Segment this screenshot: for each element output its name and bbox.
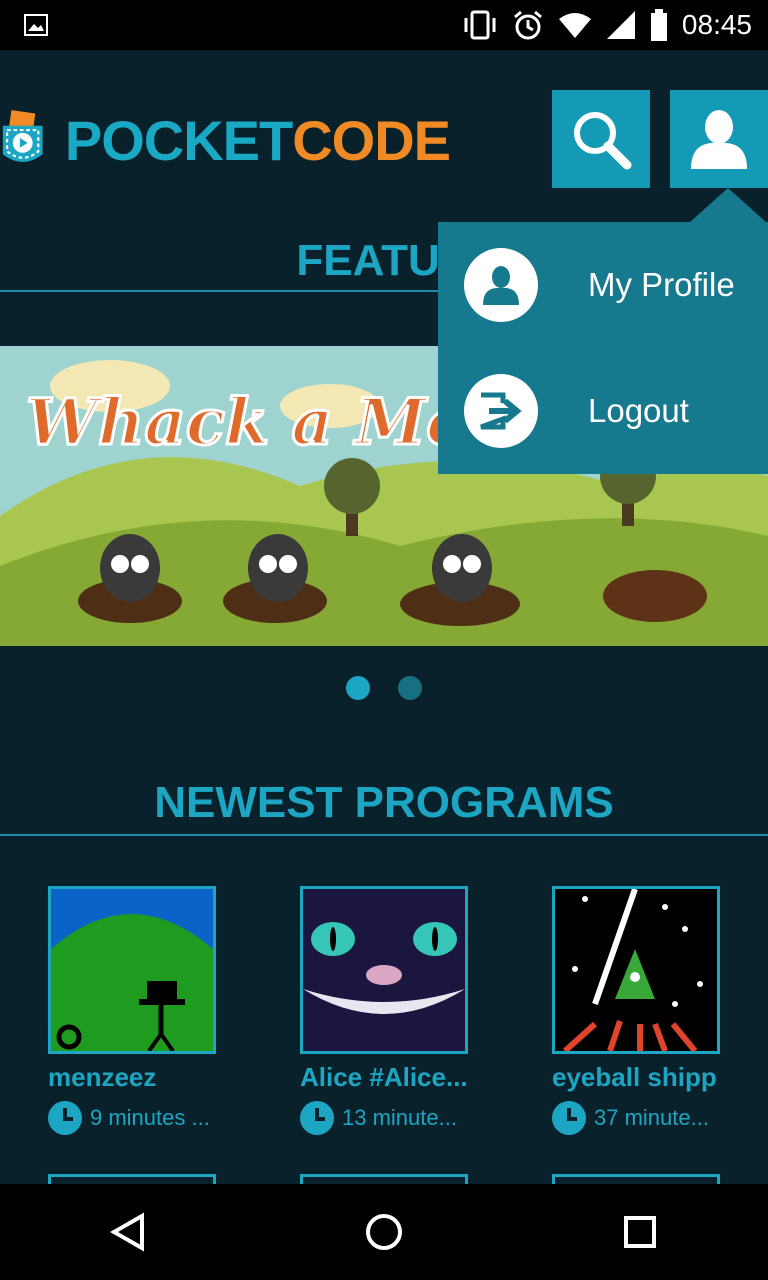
program-thumbnail-partial[interactable] xyxy=(552,1174,720,1184)
alarm-icon xyxy=(513,10,542,40)
search-button[interactable] xyxy=(552,90,650,188)
menu-item-my-profile[interactable]: My Profile xyxy=(438,222,768,348)
newest-programs-title: NEWEST PROGRAMS xyxy=(154,778,614,827)
program-thumbnail-partial[interactable] xyxy=(48,1174,216,1184)
menu-item-label: My Profile xyxy=(588,266,735,303)
clock: 08:45 xyxy=(681,9,752,40)
carousel-indicator xyxy=(346,676,422,700)
user-icon xyxy=(691,110,747,169)
image-notification-icon xyxy=(24,14,48,36)
program-card[interactable]: Alice #Alice... 13 minute... xyxy=(300,886,500,1135)
program-card[interactable]: eyeball shipp 37 minute... xyxy=(552,886,752,1135)
program-thumbnail[interactable] xyxy=(48,886,216,1054)
profile-dropdown-menu: My Profile Logout xyxy=(438,222,768,474)
app-logo: POCKETCODE xyxy=(0,98,451,182)
logout-icon xyxy=(464,374,538,448)
carousel-dot[interactable] xyxy=(398,676,422,700)
search-icon xyxy=(574,112,632,170)
profile-button[interactable] xyxy=(670,90,768,188)
menu-pointer xyxy=(690,188,766,222)
wifi-icon xyxy=(558,13,591,38)
program-time-text: 9 minutes ... xyxy=(90,1105,210,1130)
system-nav-bar xyxy=(0,1184,768,1280)
home-icon[interactable] xyxy=(364,1212,404,1252)
program-name[interactable]: Alice #Alice... xyxy=(300,1062,470,1093)
recents-icon[interactable] xyxy=(620,1212,660,1252)
logo-text-code: CODE xyxy=(292,108,451,172)
program-time-text: 13 minute... xyxy=(342,1105,457,1130)
program-thumbnail[interactable] xyxy=(300,886,468,1054)
carousel-dot-active[interactable] xyxy=(346,676,370,700)
clock-icon xyxy=(552,1101,586,1135)
vibrate-icon xyxy=(464,10,496,40)
program-age: 37 minute... xyxy=(552,1101,722,1135)
clock-icon xyxy=(48,1101,82,1135)
status-bar: 08:45 xyxy=(0,0,768,50)
program-card[interactable]: menzeez 9 minutes ... xyxy=(48,886,248,1135)
program-name[interactable]: eyeball shipp xyxy=(552,1062,722,1093)
menu-item-logout[interactable]: Logout xyxy=(438,348,768,474)
profile-icon xyxy=(464,248,538,322)
program-thumbnail[interactable] xyxy=(552,886,720,1054)
program-age: 9 minutes ... xyxy=(48,1101,218,1135)
program-name[interactable]: menzeez xyxy=(48,1062,218,1093)
program-thumbnail-partial[interactable] xyxy=(300,1174,468,1184)
signal-icon xyxy=(606,11,635,39)
battery-icon xyxy=(650,9,667,41)
program-age: 13 minute... xyxy=(300,1101,470,1135)
newest-divider xyxy=(0,834,768,836)
logo-text-pocket: POCKET xyxy=(64,108,293,172)
clock-icon xyxy=(300,1101,334,1135)
menu-item-label: Logout xyxy=(588,392,689,429)
back-icon[interactable] xyxy=(108,1212,148,1252)
program-time-text: 37 minute... xyxy=(594,1105,709,1130)
pocket-code-logo-icon xyxy=(2,110,43,163)
